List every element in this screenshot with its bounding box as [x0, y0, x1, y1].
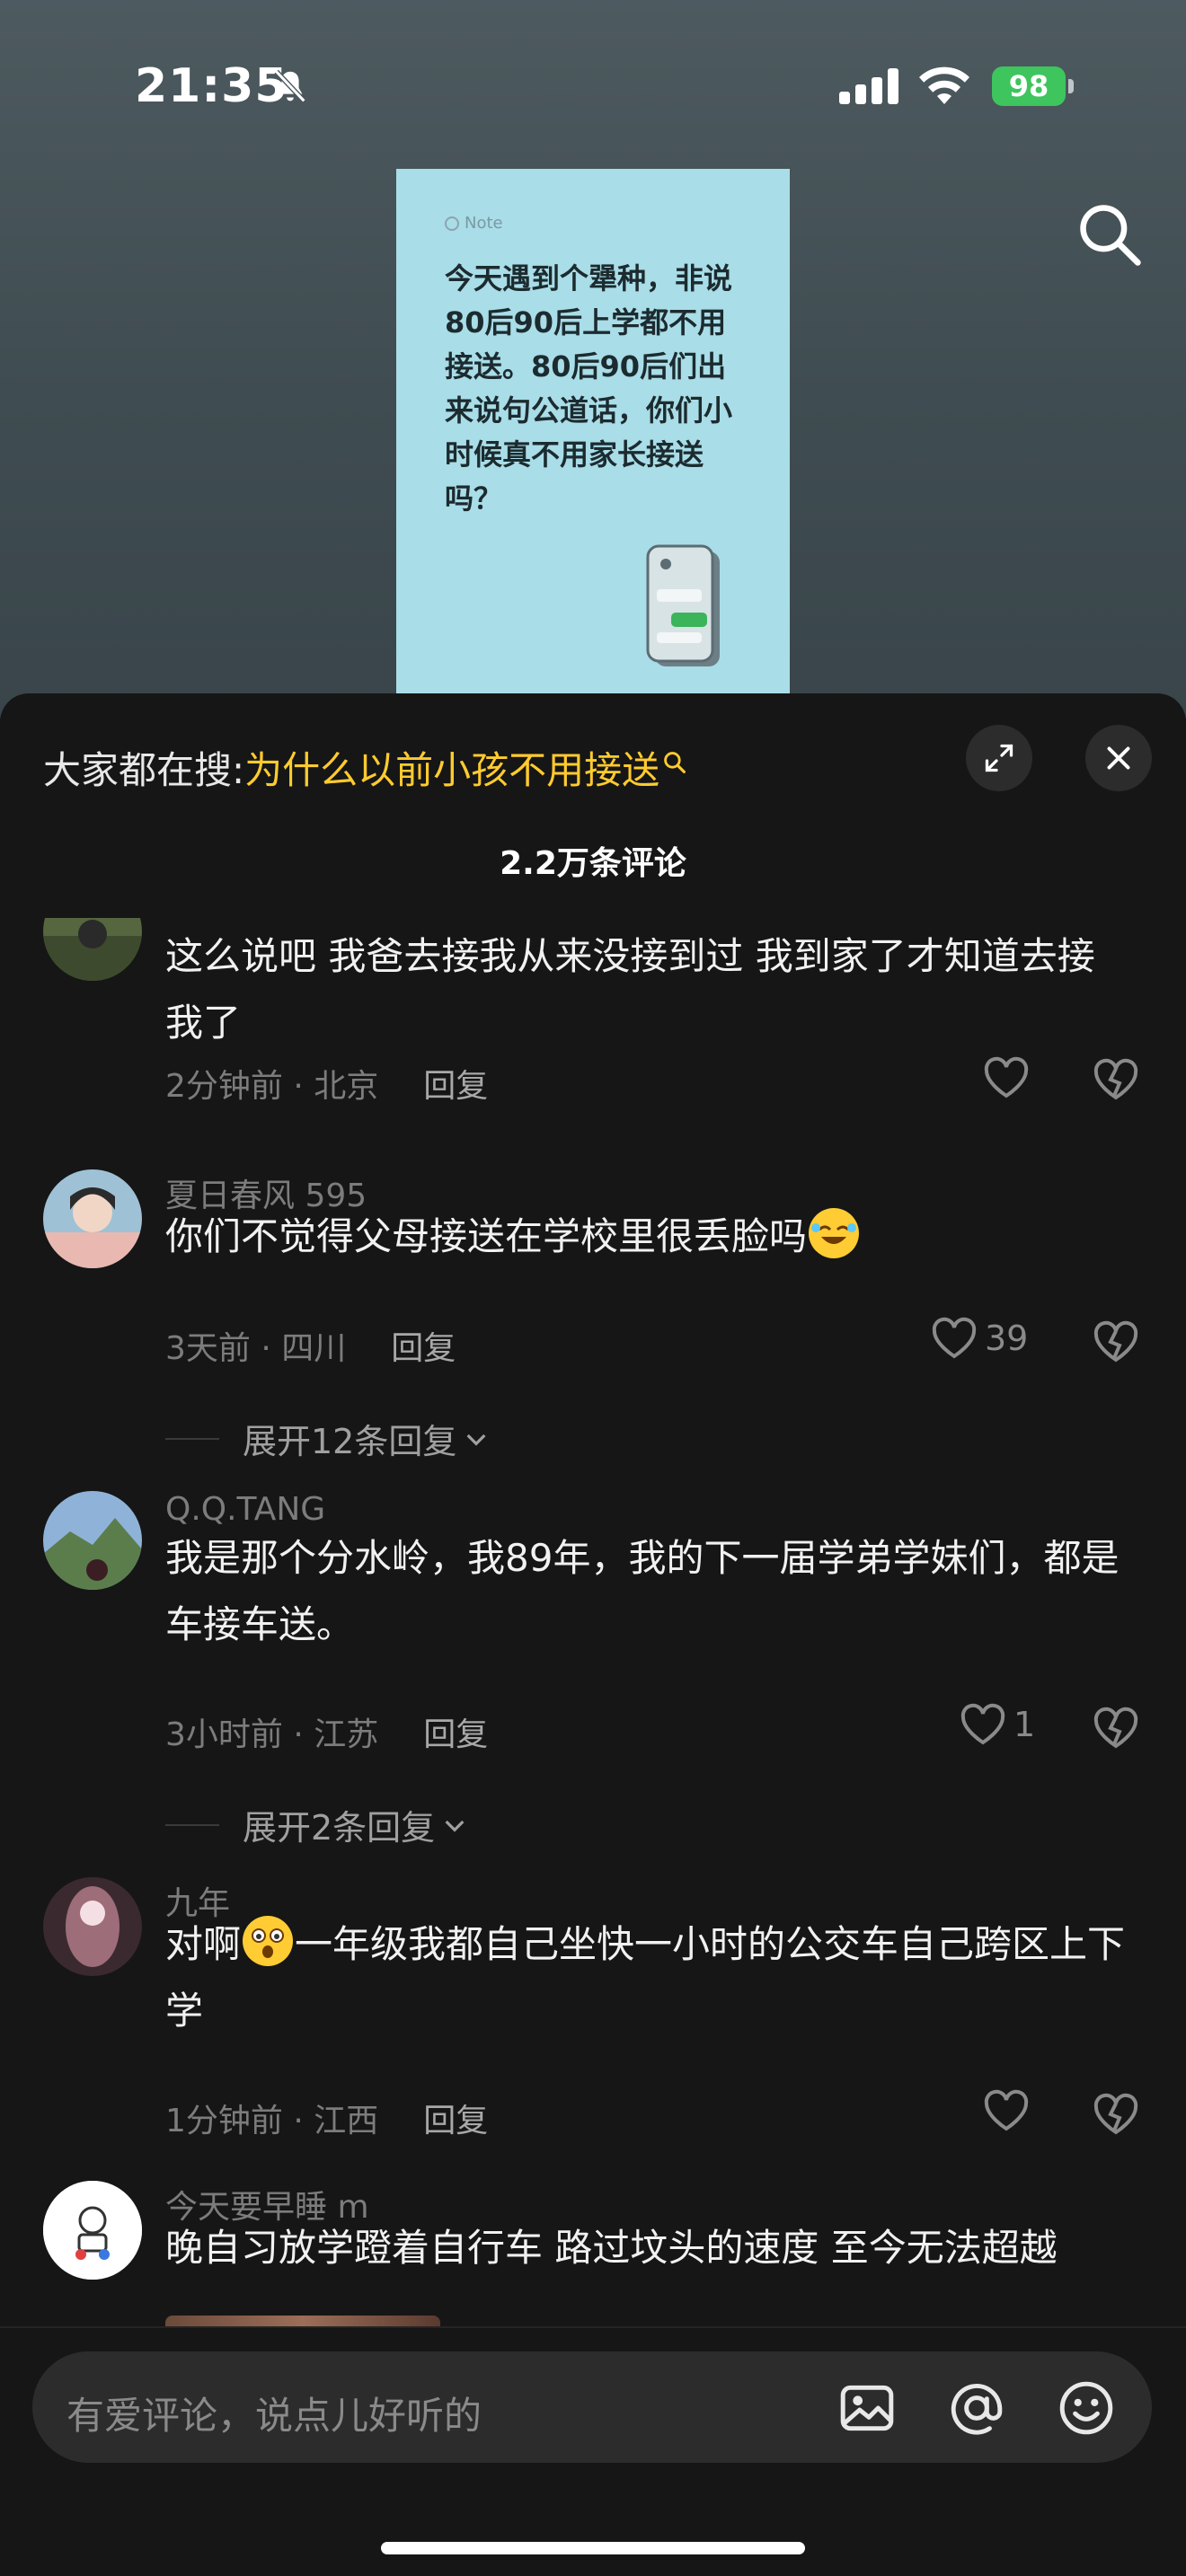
mute-bell-icon: [274, 69, 306, 103]
image-icon[interactable]: [837, 2378, 897, 2438]
like-count: 1: [1013, 1705, 1036, 1744]
close-icon: [1107, 746, 1130, 770]
comment-text-after: 一年级我都自己坐快一小时的公交车自己跨区上下学: [165, 1922, 1126, 2033]
status-time: 21:35: [135, 59, 288, 113]
comment-image-thumbnail[interactable]: [165, 2316, 440, 2326]
comment-text: 我是那个分水岭，我89年，我的下一届学弟学妹们，都是车接车送。: [165, 1536, 1120, 1646]
divider: [165, 1823, 219, 1826]
reply-button[interactable]: 回复: [423, 1716, 488, 1753]
expand-icon: [985, 744, 1013, 772]
avatar[interactable]: [43, 918, 142, 981]
avatar[interactable]: [43, 1877, 142, 1976]
chevron-down-icon: [445, 1820, 465, 1832]
reply-button[interactable]: 回复: [423, 1068, 488, 1105]
expand-replies-label: 展开2条回复: [243, 1808, 436, 1848]
comment-input[interactable]: 有爱评论，说点儿好听的: [32, 2351, 1152, 2463]
reply-button[interactable]: 回复: [423, 2103, 488, 2139]
signal-icon: [839, 68, 898, 104]
video-note-card: Note 今天遇到个犟种，非说80后90后上学都不用接送。80后90后们出来说句…: [396, 169, 790, 717]
chevron-down-icon: [466, 1434, 486, 1446]
comment-text: 这么说吧 我爸去接我从来没接到过 我到家了才知道去接我了: [165, 934, 1095, 1045]
video-background[interactable]: 21:35 98 Note 今天遇到个犟种，非说80后90后上学都不用接送。80…: [0, 0, 1186, 719]
comment-count: 2.2万条评论: [500, 845, 686, 882]
battery-level: 98: [992, 66, 1066, 106]
search-icon[interactable]: [1075, 199, 1143, 268]
at-icon[interactable]: [947, 2378, 1006, 2438]
divider: [165, 1437, 219, 1440]
comment-text: 晚自习放学蹬着自行车 路过坟头的速度 至今无法超越: [165, 2226, 1058, 2270]
note-ring-icon: [445, 216, 459, 231]
note-text: 今天遇到个犟种，非说80后90后上学都不用接送。80后90后们出来说句公道话，你…: [445, 261, 733, 516]
dislike-icon[interactable]: [1093, 1319, 1139, 1365]
like-button[interactable]: 1: [960, 1703, 1035, 1746]
laughing-emoji-icon: [809, 1208, 860, 1258]
close-button[interactable]: [1085, 725, 1152, 791]
expand-replies-button[interactable]: 展开2条回复: [165, 1800, 469, 1849]
comment-author[interactable]: Q.Q.TANG: [165, 1491, 325, 1528]
hot-search-query[interactable]: 为什么以前小孩不用接送: [244, 740, 659, 795]
battery-indicator: 98: [992, 66, 1075, 106]
heart-icon: [984, 2089, 1029, 2131]
status-bar: 21:35 98: [0, 0, 1186, 171]
expand-button[interactable]: [966, 725, 1032, 791]
phone-illustration-icon: [646, 544, 720, 666]
note-tag: Note: [445, 214, 503, 233]
comment-text: 你们不觉得父母接送在学校里很丢脸吗: [165, 1204, 1127, 1270]
comment-input-bar: 有爱评论，说点儿好听的: [0, 2326, 1186, 2576]
like-count: 39: [985, 1319, 1029, 1358]
like-button[interactable]: [983, 2089, 1030, 2132]
dislike-icon[interactable]: [1093, 2091, 1139, 2138]
comment-time-location: 3小时前 · 江苏: [165, 1716, 379, 1753]
comment-text: 对啊 一年级我都自己坐快一小时的公交车自己跨区上下学: [165, 1911, 1127, 2044]
small-search-icon: [664, 751, 686, 773]
comments-list[interactable]: 这么说吧 我爸去接我从来没接到过 我到家了才知道去接我了 2分钟前 · 北京 回复: [0, 918, 1186, 2326]
comment-sheet: 大家都在搜: 为什么以前小孩不用接送 2.2万条评论 这么说吧 我爸去接我从来没…: [0, 693, 1186, 2576]
like-button[interactable]: 39: [931, 1317, 1028, 1360]
battery-cap: [1068, 79, 1074, 93]
emoji-icon[interactable]: [1057, 2378, 1116, 2438]
avatar[interactable]: [43, 1491, 142, 1590]
home-indicator[interactable]: [381, 2542, 805, 2554]
reply-button[interactable]: 回复: [391, 1330, 456, 1367]
comment-time-location: 2分钟前 · 北京: [165, 1068, 379, 1105]
dislike-icon[interactable]: [1093, 1705, 1139, 1751]
app-root: 21:35 98 Note 今天遇到个犟种，非说80后90后上学都不用接送。80…: [0, 0, 1186, 2576]
comment-meta: 3小时前 · 江苏 回复: [165, 1708, 488, 1755]
heart-icon: [960, 1703, 1005, 1745]
comment-text-before: 对啊: [165, 1922, 242, 1966]
comment-time-location: 3天前 · 四川: [165, 1330, 347, 1367]
dislike-icon[interactable]: [1093, 1056, 1139, 1103]
hot-search-prefix: 大家都在搜:: [43, 748, 245, 792]
expand-replies-button[interactable]: 展开12条回复: [165, 1414, 491, 1463]
shocked-emoji-icon: [243, 1916, 294, 1966]
comment-time-location: 1分钟前 · 江西: [165, 2103, 379, 2139]
comment-input-placeholder: 有爱评论，说点儿好听的: [66, 2394, 482, 2438]
avatar[interactable]: [43, 2181, 142, 2280]
hot-search-bar[interactable]: 大家都在搜: 为什么以前小孩不用接送: [43, 740, 686, 795]
comment-meta: 3天前 · 四川 回复: [165, 1322, 456, 1369]
comment-meta: 1分钟前 · 江西 回复: [165, 2095, 488, 2141]
heart-icon: [932, 1317, 977, 1359]
wifi-icon: [919, 66, 969, 104]
avatar[interactable]: [43, 1169, 142, 1268]
heart-icon: [984, 1056, 1029, 1098]
comment-text-body: 你们不觉得父母接送在学校里很丢脸吗: [165, 1214, 808, 1258]
like-button[interactable]: [983, 1056, 1030, 1099]
note-tag-label: Note: [465, 214, 503, 233]
comment-meta: 2分钟前 · 北京 回复: [165, 1060, 488, 1107]
expand-replies-label: 展开12条回复: [243, 1422, 457, 1461]
